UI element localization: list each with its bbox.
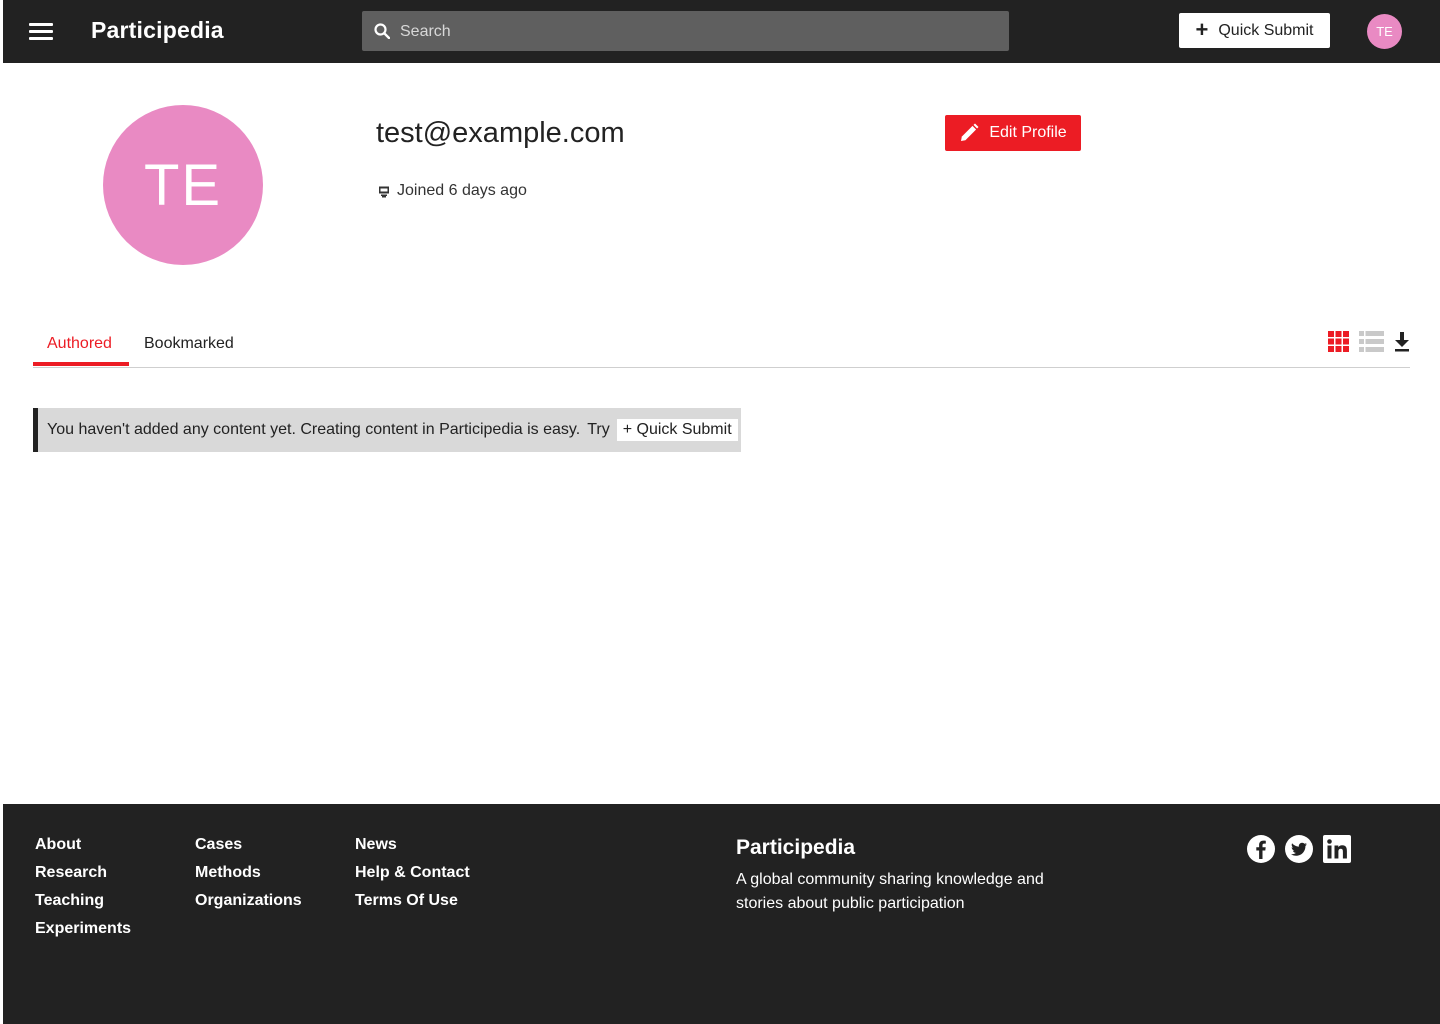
quick-submit-button[interactable]: + Quick Submit [1179, 13, 1330, 48]
footer-column-3: News Help & Contact Terms Of Use [355, 836, 470, 920]
joined-text: Joined 6 days ago [397, 182, 527, 199]
footer-link-experiments[interactable]: Experiments [35, 920, 131, 948]
profile-tabs: Authored Bookmarked [33, 325, 1410, 368]
footer-link-organizations[interactable]: Organizations [195, 892, 302, 920]
user-avatar[interactable]: TE [1367, 14, 1402, 49]
tab-bookmarked[interactable]: Bookmarked [144, 335, 234, 353]
footer-link-teaching[interactable]: Teaching [35, 892, 131, 920]
view-toggle [1328, 331, 1410, 352]
quick-submit-label: Quick Submit [1218, 21, 1314, 39]
footer-link-news[interactable]: News [355, 836, 470, 864]
menu-icon[interactable] [27, 18, 55, 46]
profile-avatar: TE [103, 105, 263, 265]
footer-column-1: About Research Teaching Experiments [35, 836, 131, 948]
facebook-icon[interactable] [1246, 834, 1276, 864]
edit-profile-label: Edit Profile [989, 124, 1067, 141]
linkedin-icon[interactable] [1322, 834, 1352, 864]
edit-profile-button[interactable]: Edit Profile [945, 115, 1081, 151]
footer-brand: Participedia [736, 836, 856, 859]
joined-info: Joined 6 days ago [378, 182, 527, 200]
active-tab-indicator [33, 362, 129, 366]
notice-text: You haven't added any content yet. Creat… [47, 421, 581, 438]
plus-icon: + [1195, 16, 1209, 42]
search-input[interactable] [398, 11, 1002, 53]
footer-tagline: A global community sharing knowledge and… [736, 871, 1044, 912]
pencil-icon [961, 123, 979, 141]
site-logo[interactable]: Participedia [91, 17, 224, 44]
notice-try: Try [587, 421, 610, 438]
footer-column-2: Cases Methods Organizations [195, 836, 302, 920]
download-icon[interactable] [1394, 331, 1410, 352]
top-nav-bar: Participedia + Quick Submit TE [3, 0, 1440, 63]
list-view-icon[interactable] [1359, 331, 1384, 352]
footer-link-help-contact[interactable]: Help & Contact [355, 864, 470, 892]
tab-authored[interactable]: Authored [47, 335, 112, 353]
footer-link-research[interactable]: Research [35, 864, 131, 892]
profile-email: test@example.com [376, 117, 625, 149]
footer-link-methods[interactable]: Methods [195, 864, 302, 892]
footer-link-terms[interactable]: Terms Of Use [355, 892, 470, 920]
search-bar[interactable] [362, 11, 1009, 53]
calendar-icon [379, 186, 389, 197]
notice-quick-submit-button[interactable]: + Quick Submit [616, 419, 738, 441]
footer-link-about[interactable]: About [35, 836, 131, 864]
footer: About Research Teaching Experiments Case… [3, 804, 1440, 1024]
grid-view-icon[interactable] [1328, 331, 1349, 352]
twitter-icon[interactable] [1284, 834, 1314, 864]
social-links [1246, 834, 1352, 864]
footer-link-cases[interactable]: Cases [195, 836, 302, 864]
empty-content-notice: You haven't added any content yet. Creat… [33, 408, 741, 452]
search-icon [374, 23, 390, 39]
